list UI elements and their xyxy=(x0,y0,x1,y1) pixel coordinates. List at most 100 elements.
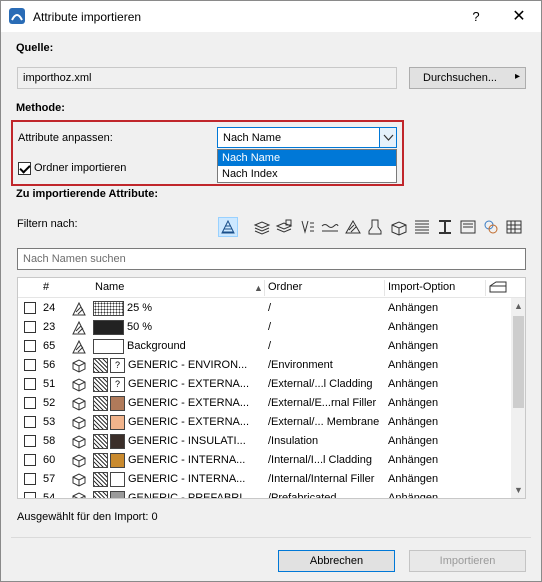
row-import-option[interactable]: Anhängen xyxy=(388,473,438,485)
mep-systems-icon[interactable] xyxy=(481,217,501,237)
row-index: 57 xyxy=(43,473,56,485)
row-import-option[interactable]: Anhängen xyxy=(388,435,438,447)
row-checkbox[interactable] xyxy=(24,454,36,466)
row-folder: /Internal/I...l Cladding xyxy=(268,454,372,466)
row-name: GENERIC - EXTERNA... xyxy=(128,378,250,390)
table-row[interactable]: 58 GENERIC - INSULATI... /Insulation Anhäng… xyxy=(18,432,510,451)
row-index: 58 xyxy=(43,435,56,447)
fill-types-icon[interactable] xyxy=(343,217,363,237)
building-material-icon xyxy=(71,453,87,468)
table-row[interactable]: 53 GENERIC - EXTERNA... /External/... Memb… xyxy=(18,413,510,432)
row-import-option[interactable]: Anhängen xyxy=(388,340,438,352)
col-name-header[interactable]: Name xyxy=(95,281,124,293)
row-folder: / xyxy=(268,340,272,352)
layer-combinations-icon[interactable] xyxy=(274,217,294,237)
row-name: 25 % xyxy=(127,302,153,314)
row-import-option[interactable]: Anhängen xyxy=(388,416,438,428)
cancel-button[interactable]: Abbrechen xyxy=(278,550,395,572)
surfaces-icon[interactable] xyxy=(366,217,386,237)
col-divider xyxy=(485,280,486,296)
row-checkbox[interactable] xyxy=(24,321,36,333)
col-option-header[interactable]: Import-Option xyxy=(388,281,455,293)
option-by-name[interactable]: Nach Name xyxy=(218,150,396,166)
table-row[interactable]: 51? GENERIC - EXTERNA... /External/...l Cl… xyxy=(18,375,510,394)
zones-icon[interactable] xyxy=(458,217,478,237)
row-checkbox[interactable] xyxy=(24,302,36,314)
composites-icon[interactable] xyxy=(412,217,432,237)
import-attributes-dialog: Attribute importieren ? ✕ Quelle: import… xyxy=(0,0,542,582)
import-option-column-icon[interactable] xyxy=(489,280,507,297)
row-checkbox[interactable] xyxy=(24,359,36,371)
scroll-up-icon[interactable]: ▲ xyxy=(511,298,525,314)
col-divider xyxy=(264,280,265,296)
row-name: 50 % xyxy=(127,321,153,333)
surface-color-swatch xyxy=(110,491,125,498)
browse-button[interactable]: Durchsuchen... ▸ xyxy=(409,67,526,89)
fill-type-icon xyxy=(71,339,87,354)
source-file-field: importhoz.xml xyxy=(17,67,397,89)
building-material-icon xyxy=(71,377,87,392)
row-checkbox[interactable] xyxy=(24,416,36,428)
row-import-option[interactable]: Anhängen xyxy=(388,454,438,466)
row-checkbox[interactable] xyxy=(24,397,36,409)
line-types-icon[interactable] xyxy=(320,217,340,237)
row-checkbox[interactable] xyxy=(24,492,36,498)
table-row[interactable]: 54 GENERIC - PREFABRI... /Prefabricated Anh… xyxy=(18,489,510,499)
row-name: GENERIC - PREFABRI... xyxy=(128,492,252,499)
row-checkbox[interactable] xyxy=(24,340,36,352)
table-row[interactable]: 56? GENERIC - ENVIRON... /Environment Anhän… xyxy=(18,356,510,375)
row-import-option[interactable]: Anhängen xyxy=(388,397,438,409)
chevron-down-icon[interactable] xyxy=(379,128,396,147)
row-folder: /Insulation xyxy=(268,435,319,447)
table-row[interactable]: 65 Background / Anhängen xyxy=(18,337,510,356)
match-method-value: Nach Name xyxy=(223,132,282,144)
table-row[interactable]: 60 GENERIC - INTERNA... /Internal/I...l Cl… xyxy=(18,451,510,470)
title-bar: Attribute importieren ? ✕ xyxy=(1,1,541,32)
table-row[interactable]: 52 GENERIC - EXTERNA... /External/E...rnal… xyxy=(18,394,510,413)
table-row[interactable]: 57 GENERIC - INTERNA... /Internal/Internal… xyxy=(18,470,510,489)
row-checkbox[interactable] xyxy=(24,473,36,485)
building-materials-icon[interactable] xyxy=(389,217,409,237)
row-folder: / xyxy=(268,321,272,333)
table-row[interactable]: 23 50 % / Anhängen xyxy=(18,318,510,337)
match-attributes-label: Attribute anpassen: xyxy=(18,132,113,144)
hatch-pattern-swatch xyxy=(93,377,108,392)
surface-color-swatch xyxy=(110,396,125,411)
row-import-option[interactable]: Anhängen xyxy=(388,378,438,390)
footer-divider xyxy=(11,537,531,538)
scroll-thumb[interactable] xyxy=(513,316,524,408)
building-material-icon xyxy=(71,396,87,411)
filter-label: Filtern nach: xyxy=(17,218,78,230)
scroll-down-icon[interactable]: ▼ xyxy=(511,482,525,498)
row-checkbox[interactable] xyxy=(24,435,36,447)
match-method-combobox[interactable]: Nach Name xyxy=(217,127,397,148)
search-input[interactable]: Nach Namen suchen xyxy=(17,248,526,270)
row-index: 65 xyxy=(43,340,56,352)
row-import-option[interactable]: Anhängen xyxy=(388,321,438,333)
row-index: 54 xyxy=(43,492,56,499)
vertical-scrollbar[interactable]: ▲ ▼ xyxy=(511,298,525,498)
row-folder: / xyxy=(268,302,272,314)
profiles-icon[interactable] xyxy=(435,217,455,237)
pens-icon[interactable] xyxy=(297,217,317,237)
option-by-index[interactable]: Nach Index xyxy=(218,166,396,182)
layers-icon[interactable] xyxy=(252,217,272,237)
import-folders-checkbox[interactable] xyxy=(18,162,31,175)
row-index: 60 xyxy=(43,454,56,466)
import-button[interactable]: Importieren xyxy=(409,550,526,572)
table-row[interactable]: 24 25 % / Anhängen xyxy=(18,299,510,318)
row-import-option[interactable]: Anhängen xyxy=(388,359,438,371)
row-checkbox[interactable] xyxy=(24,378,36,390)
row-import-option[interactable]: Anhängen xyxy=(388,302,438,314)
hatch-pattern-swatch xyxy=(93,358,108,373)
operation-profiles-icon[interactable] xyxy=(504,217,524,237)
close-button[interactable]: ✕ xyxy=(507,7,531,27)
col-folder-header[interactable]: Ordner xyxy=(268,281,302,293)
all-attributes-icon[interactable] xyxy=(218,217,238,237)
row-name: Background xyxy=(127,340,186,352)
col-index-header[interactable]: # xyxy=(43,281,49,293)
row-folder: /External/E...rnal Filler xyxy=(268,397,377,409)
browse-button-label: Durchsuchen... xyxy=(423,72,497,84)
help-button[interactable]: ? xyxy=(465,7,487,27)
row-import-option[interactable]: Anhängen xyxy=(388,492,438,498)
